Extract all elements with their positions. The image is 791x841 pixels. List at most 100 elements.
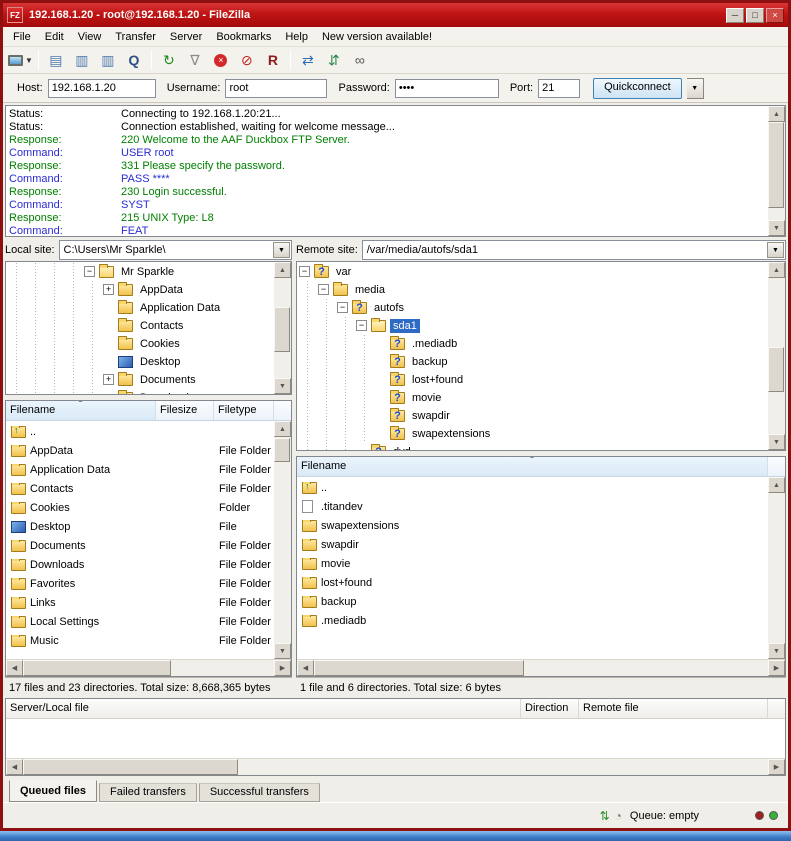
- local-file-row-application-data[interactable]: Application DataFile Folder: [7, 460, 274, 479]
- local-file-row-desktop[interactable]: DesktopFile: [7, 517, 274, 536]
- remote-column-header-filename[interactable]: Filename▲: [297, 457, 768, 476]
- queue-column-remote-file[interactable]: Remote file: [579, 699, 768, 718]
- refresh-icon[interactable]: ↻: [157, 49, 181, 71]
- local-file-row-music[interactable]: MusicFile Folder: [7, 631, 274, 650]
- remote-tree-item-movie[interactable]: ?movie: [299, 389, 767, 407]
- scrollbar-thumb[interactable]: [768, 347, 784, 392]
- local-file-row-favorites[interactable]: FavoritesFile Folder: [7, 574, 274, 593]
- local-horizontal-scrollbar[interactable]: ◀▶: [6, 659, 291, 676]
- menu-item-bookmarks[interactable]: Bookmarks: [209, 29, 278, 45]
- expand-icon[interactable]: +: [103, 374, 114, 385]
- scroll-right-icon[interactable]: ▶: [768, 660, 785, 676]
- local-file-row-cookies[interactable]: CookiesFolder: [7, 498, 274, 517]
- remote-tree-item-var[interactable]: −?var: [299, 263, 767, 281]
- menu-item-view[interactable]: View: [71, 29, 109, 45]
- directory-comparison-icon[interactable]: ⇄: [296, 49, 320, 71]
- remote-file-row-movie[interactable]: movie: [298, 554, 768, 573]
- remote-tree-item-sda1[interactable]: −sda1: [299, 317, 767, 335]
- queue-column-server-local-file[interactable]: Server/Local file: [6, 699, 521, 718]
- local-tree-item-mr-sparkle[interactable]: −Mr Sparkle: [8, 263, 273, 281]
- site-manager-icon[interactable]: ▼: [8, 49, 33, 71]
- local-vertical-scrollbar[interactable]: ▲▼: [274, 421, 291, 659]
- local-tree-item-downloads[interactable]: Downloads: [8, 389, 273, 395]
- tab-successful-transfers[interactable]: Successful transfers: [199, 783, 320, 802]
- remote-file-row-backup[interactable]: backup: [298, 592, 768, 611]
- local-tree-item-appdata[interactable]: +AppData: [8, 281, 273, 299]
- scroll-up-icon[interactable]: ▲: [274, 421, 291, 437]
- scrollbar-thumb[interactable]: [274, 438, 290, 462]
- remote-file-row-up-directory[interactable]: ↑..: [298, 478, 768, 497]
- scrollbar-thumb[interactable]: [314, 660, 524, 676]
- expand-icon[interactable]: +: [103, 284, 114, 295]
- remote-tree-item-swapdir[interactable]: ?swapdir: [299, 407, 767, 425]
- collapse-icon[interactable]: −: [318, 284, 329, 295]
- toggle-remote-tree-icon[interactable]: ▥: [96, 49, 120, 71]
- local-column-header-filetype[interactable]: Filetype: [214, 401, 274, 420]
- remote-file-row-lost-found[interactable]: lost+found: [298, 573, 768, 592]
- remote-file-row-titandev[interactable]: .titandev: [298, 497, 768, 516]
- collapse-icon[interactable]: −: [299, 266, 310, 277]
- queue-column-direction[interactable]: Direction: [521, 699, 579, 718]
- cancel-icon[interactable]: ×: [209, 49, 233, 71]
- remote-site-dropdown-icon[interactable]: ▼: [767, 242, 784, 258]
- remote-horizontal-scrollbar[interactable]: ◀▶: [297, 659, 785, 676]
- local-file-row-appdata[interactable]: AppDataFile Folder: [7, 441, 274, 460]
- remote-tree-item-backup[interactable]: ?backup: [299, 353, 767, 371]
- menu-item-help[interactable]: Help: [278, 29, 315, 45]
- scroll-down-icon[interactable]: ▼: [274, 378, 291, 394]
- menu-item-edit[interactable]: Edit: [38, 29, 71, 45]
- scroll-down-icon[interactable]: ▼: [768, 643, 785, 659]
- toggle-message-log-icon[interactable]: ▤: [44, 49, 68, 71]
- remote-tree-item-dvd[interactable]: ?dvd: [299, 443, 767, 451]
- scroll-up-icon[interactable]: ▲: [768, 262, 785, 278]
- menu-item-file[interactable]: File: [6, 29, 38, 45]
- remote-tree-item-swapextensions[interactable]: ?swapextensions: [299, 425, 767, 443]
- username-input[interactable]: [225, 79, 327, 98]
- local-file-row-downloads[interactable]: DownloadsFile Folder: [7, 555, 274, 574]
- title-bar[interactable]: FZ 192.168.1.20 - root@192.168.1.20 - Fi…: [3, 3, 788, 27]
- scrollbar-thumb[interactable]: [768, 122, 784, 208]
- local-tree-item-application-data[interactable]: Application Data: [8, 299, 273, 317]
- remote-file-row-swapextensions[interactable]: swapextensions: [298, 516, 768, 535]
- port-input[interactable]: [538, 79, 580, 98]
- scrollbar-thumb[interactable]: [274, 307, 290, 352]
- minimize-button[interactable]: ─: [726, 8, 744, 23]
- menu-item-transfer[interactable]: Transfer: [108, 29, 163, 45]
- queue-horizontal-scrollbar[interactable]: ◀▶: [6, 758, 785, 775]
- scroll-down-icon[interactable]: ▼: [768, 434, 785, 450]
- remote-site-combo[interactable]: /var/media/autofs/sda1 ▼: [362, 240, 786, 260]
- scroll-right-icon[interactable]: ▶: [274, 660, 291, 676]
- host-input[interactable]: [48, 79, 156, 98]
- toggle-queue-icon[interactable]: Q: [122, 49, 146, 71]
- scroll-up-icon[interactable]: ▲: [768, 477, 785, 493]
- local-tree-item-cookies[interactable]: Cookies: [8, 335, 273, 353]
- menu-item-new-version-available[interactable]: New version available!: [315, 29, 439, 45]
- local-file-row-documents[interactable]: DocumentsFile Folder: [7, 536, 274, 555]
- remote-tree-item-lost-found[interactable]: ?lost+found: [299, 371, 767, 389]
- collapse-icon[interactable]: −: [84, 266, 95, 277]
- scroll-up-icon[interactable]: ▲: [768, 106, 785, 122]
- local-tree-item-contacts[interactable]: Contacts: [8, 317, 273, 335]
- tab-failed-transfers[interactable]: Failed transfers: [99, 783, 197, 802]
- collapse-icon[interactable]: −: [337, 302, 348, 313]
- local-site-dropdown-icon[interactable]: ▼: [273, 242, 290, 258]
- local-column-header-filename[interactable]: Filename▲: [6, 401, 156, 420]
- local-file-row-up-directory[interactable]: ↑..: [7, 422, 274, 441]
- password-input[interactable]: [395, 79, 499, 98]
- local-tree-item-documents[interactable]: +Documents: [8, 371, 273, 389]
- remote-vertical-scrollbar[interactable]: ▲▼: [768, 477, 785, 659]
- remote-tree-item-autofs[interactable]: −?autofs: [299, 299, 767, 317]
- menu-item-server[interactable]: Server: [163, 29, 209, 45]
- scrollbar-thumb[interactable]: [23, 660, 171, 676]
- local-site-combo[interactable]: C:\Users\Mr Sparkle\ ▼: [59, 240, 292, 260]
- close-button[interactable]: ×: [766, 8, 784, 23]
- filter-icon[interactable]: ∇: [183, 49, 207, 71]
- collapse-icon[interactable]: −: [356, 320, 367, 331]
- scroll-left-icon[interactable]: ◀: [297, 660, 314, 676]
- scroll-left-icon[interactable]: ◀: [6, 759, 23, 775]
- remote-tree-item-mediadb[interactable]: ?.mediadb: [299, 335, 767, 353]
- quickconnect-button[interactable]: Quickconnect: [593, 78, 682, 99]
- remote-file-row-swapdir[interactable]: swapdir: [298, 535, 768, 554]
- tab-queued-files[interactable]: Queued files: [9, 780, 97, 802]
- maximize-button[interactable]: □: [746, 8, 764, 23]
